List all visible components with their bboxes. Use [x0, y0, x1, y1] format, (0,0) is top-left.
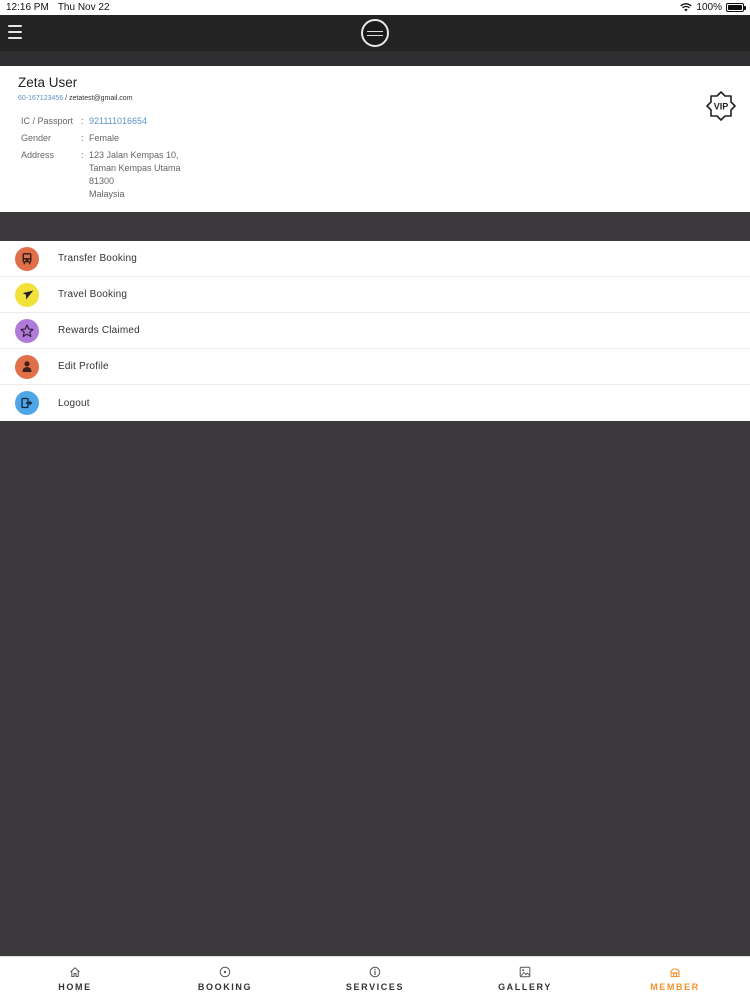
- address-line: Malaysia: [89, 189, 125, 199]
- status-time: 12:16 PM: [6, 2, 49, 13]
- user-email: zetatest@gmail.com: [69, 95, 133, 102]
- menu-item-rewards-claimed[interactable]: Rewards Claimed: [0, 313, 750, 349]
- tab-label: SERVICES: [345, 981, 405, 992]
- booking-icon: [219, 966, 231, 977]
- tab-booking[interactable]: BOOKING: [150, 957, 300, 1000]
- logout-icon: [15, 391, 39, 415]
- info-icon: [369, 966, 381, 977]
- gender-value: Female: [89, 133, 120, 143]
- tab-services[interactable]: SERVICES: [300, 957, 450, 1000]
- hamburger-menu-icon[interactable]: [8, 24, 22, 40]
- address-line: Taman Kempas Utama: [89, 163, 181, 173]
- menu-item-label: Logout: [58, 397, 90, 409]
- home-icon: [70, 966, 80, 977]
- battery-fill: [728, 5, 742, 10]
- member-icon: [670, 968, 680, 977]
- tab-home[interactable]: HOME: [0, 957, 150, 1000]
- menu-item-label: Transfer Booking: [58, 253, 137, 264]
- tab-gallery[interactable]: GALLERY: [450, 957, 600, 1000]
- menu-item-logout[interactable]: Logout: [0, 385, 750, 421]
- gender-row: Gender : Female: [21, 132, 181, 145]
- address-label: Address: [21, 150, 55, 160]
- gender-colon: :: [81, 133, 84, 143]
- bus-icon: [15, 246, 39, 271]
- menu-item-travel-booking[interactable]: Travel Booking: [0, 277, 750, 313]
- menu-item-edit-profile[interactable]: Edit Profile: [0, 349, 750, 385]
- contact-separator: /: [65, 95, 68, 102]
- section-separator: [0, 212, 750, 241]
- address-line: 81300: [89, 176, 115, 186]
- star-icon: [15, 318, 39, 343]
- tab-label: GALLERY: [498, 981, 552, 992]
- battery-icon: [726, 3, 746, 12]
- user-phone[interactable]: 60-167123456: [18, 95, 63, 102]
- menu-item-label: Rewards Claimed: [58, 325, 140, 336]
- app-logo: [361, 19, 389, 47]
- profile-card: Zeta User 60-167123456 / zetatest@gmail.…: [0, 66, 750, 212]
- status-bar: 12:16 PM Thu Nov 22 100%: [0, 0, 750, 15]
- user-icon: [15, 354, 39, 379]
- tab-member[interactable]: MEMBER: [600, 957, 750, 1000]
- ic-label: IC / Passport: [21, 116, 74, 126]
- gallery-icon: [519, 966, 531, 977]
- airplane-icon: [15, 282, 39, 307]
- ic-row: IC / Passport : 921111016654: [21, 115, 181, 128]
- address-line: 123 Jalan Kempas 10,: [89, 150, 179, 160]
- battery-percent: 100%: [696, 2, 722, 13]
- vip-badge-icon: VIP: [706, 91, 736, 121]
- menu-item-label: Edit Profile: [58, 361, 109, 372]
- address-row: Address : 123 Jalan Kempas 10, Taman Kem…: [21, 149, 181, 201]
- status-date: Thu Nov 22: [57, 2, 110, 13]
- nav-bar: [0, 15, 750, 51]
- ic-value[interactable]: 921111016654: [89, 115, 147, 128]
- nav-strip: [0, 51, 750, 66]
- gender-label: Gender: [21, 133, 52, 143]
- tab-label: BOOKING: [197, 981, 253, 992]
- user-name: Zeta User: [18, 75, 78, 90]
- tab-label: MEMBER: [650, 981, 700, 992]
- member-menu: Transfer Booking Travel Booking Rewards …: [0, 241, 750, 421]
- profile-info-table: IC / Passport : 921111016654 Gender : Fe…: [21, 115, 181, 205]
- menu-item-label: Travel Booking: [58, 289, 128, 300]
- address-colon: :: [81, 150, 84, 160]
- address-value: 123 Jalan Kempas 10, Taman Kempas Utama …: [89, 149, 181, 201]
- menu-item-transfer-booking[interactable]: Transfer Booking: [0, 241, 750, 277]
- bottom-tab-bar: HOME BOOKING SERVICES GALLERY MEMBER: [0, 956, 750, 1000]
- vip-badge-text: VIP: [714, 102, 729, 112]
- contact-line: 60-167123456 / zetatest@gmail.com: [18, 95, 133, 102]
- wifi-icon: [680, 3, 693, 12]
- tab-label: HOME: [58, 981, 92, 992]
- ic-colon: :: [81, 116, 84, 126]
